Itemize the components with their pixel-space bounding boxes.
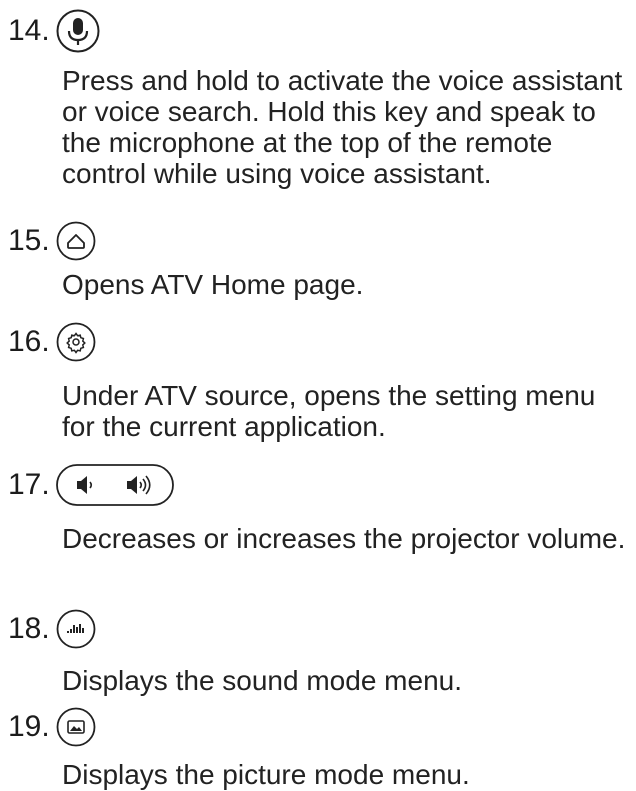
item-number: 16. bbox=[8, 325, 50, 358]
item-number: 19. bbox=[8, 710, 50, 743]
volume-down-up-icon bbox=[55, 464, 174, 506]
item-17-header: 17. bbox=[8, 464, 174, 506]
item-19-description: Displays the picture mode menu. bbox=[62, 759, 470, 790]
item-15-description: Opens ATV Home page. bbox=[62, 269, 364, 300]
item-14-header: 14. bbox=[8, 9, 100, 53]
item-18-header: 18. bbox=[8, 609, 96, 649]
item-number: 18. bbox=[8, 612, 50, 645]
item-number: 15. bbox=[8, 224, 50, 257]
sound-mode-icon bbox=[56, 609, 96, 649]
item-16-header: 16. bbox=[8, 322, 96, 362]
item-15-header: 15. bbox=[8, 221, 96, 261]
home-icon bbox=[56, 221, 96, 261]
item-16-description: Under ATV source, opens the setting menu… bbox=[62, 380, 596, 442]
remote-key-list: 14. Press and hold to activate the voice… bbox=[0, 0, 636, 791]
microphone-icon bbox=[56, 9, 100, 53]
item-19-header: 19. bbox=[8, 707, 96, 747]
item-14-description: Press and hold to activate the voice ass… bbox=[62, 65, 623, 189]
item-number: 14. bbox=[8, 14, 50, 47]
gear-icon bbox=[56, 322, 96, 362]
picture-mode-icon bbox=[56, 707, 96, 747]
item-17-description: Decreases or increases the projector vol… bbox=[62, 523, 626, 554]
item-number: 17. bbox=[8, 468, 50, 501]
item-18-description: Displays the sound mode menu. bbox=[62, 665, 462, 696]
